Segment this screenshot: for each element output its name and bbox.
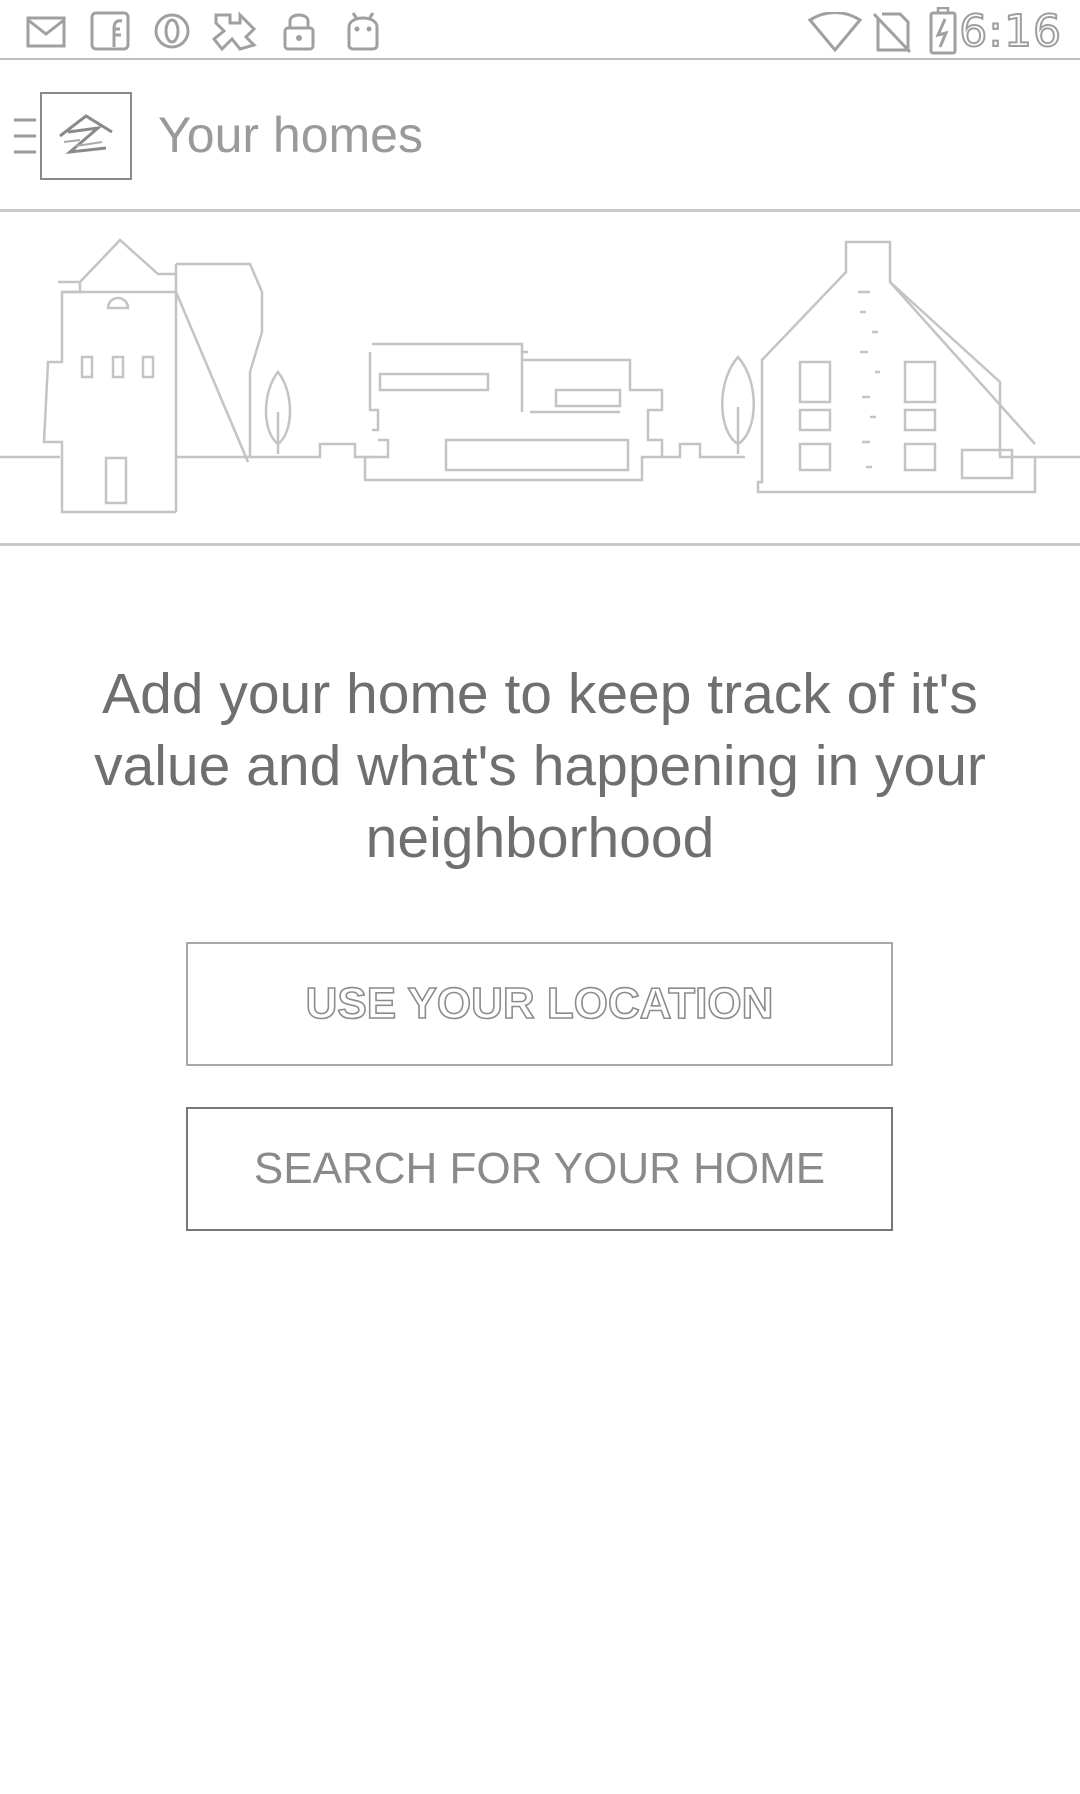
use-your-location-button[interactable]: USE YOUR LOCATION (186, 942, 893, 1066)
email-icon (26, 16, 66, 48)
app-logo[interactable] (40, 92, 132, 180)
clock: 6:16 (958, 5, 1062, 58)
puzzle-icon (211, 11, 257, 52)
page-title: Your homes (158, 107, 423, 163)
zillow-logo-icon (59, 114, 113, 155)
empty-state-message: Add your home to keep track of it's valu… (94, 662, 986, 870)
hamburger-menu-icon[interactable] (12, 116, 38, 156)
facebook-icon (90, 11, 130, 51)
no-sim-icon (872, 12, 912, 54)
status-bar: 6:16 (0, 0, 1080, 60)
battery-charging-icon (929, 7, 957, 55)
opera-icon (154, 13, 190, 49)
neighborhood-houses-illustration (0, 238, 1080, 514)
app-bar: Your homes (0, 60, 1080, 212)
search-for-your-home-button[interactable]: SEARCH FOR YOUR HOME (186, 1107, 893, 1231)
lock-icon (283, 13, 315, 51)
hero-illustration-area (0, 212, 1080, 546)
android-icon (347, 12, 379, 51)
wifi-icon (808, 12, 862, 52)
